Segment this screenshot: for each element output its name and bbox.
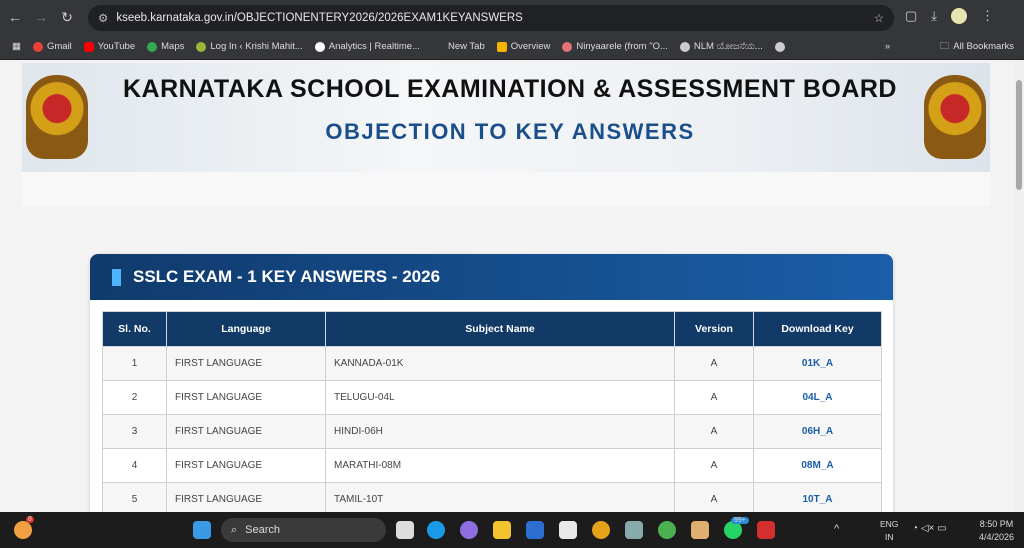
col-download-key: Download Key [753, 311, 882, 347]
bookmark-ninyaarele[interactable]: Ninyaarele (from "O... [562, 41, 668, 52]
sl-no-cell: 5 [102, 482, 167, 512]
browser-toolbar: ← → ↻ ⚙ kseeb.karnataka.gov.in/OBJECTION… [0, 0, 1024, 34]
extensions-icon[interactable]: ▢ [905, 8, 917, 24]
bookmarks-bar: ▦ Gmail YouTube Maps Log In ‹ Krishi Mah… [0, 34, 1024, 60]
subject-cell: MARATHI-08M [325, 448, 675, 483]
bookmark-maps[interactable]: Maps [147, 41, 184, 52]
col-sl-no: Sl. No. [102, 311, 167, 347]
karnataka-emblem-right [924, 75, 986, 159]
search-icon: ⌕ [231, 523, 238, 536]
subject-cell: TAMIL-10T [325, 482, 675, 512]
web-page: KARNATAKA SCHOOL EXAMINATION & ASSESSMEN… [0, 60, 1014, 512]
sl-no-cell: 3 [102, 414, 167, 449]
chrome-icon[interactable] [592, 521, 610, 539]
url-text: kseeb.karnataka.gov.in/OBJECTIONENTERY20… [116, 12, 523, 24]
notepad-icon[interactable] [691, 521, 709, 539]
chevron-up-icon[interactable]: ^ [834, 523, 839, 535]
all-bookmarks[interactable]: 🗀 All Bookmarks [940, 39, 1014, 55]
chrome-active-icon[interactable] [658, 521, 676, 539]
language-cell: FIRST LANGUAGE [166, 482, 326, 512]
subject-cell: KANNADA-01K [325, 346, 675, 381]
whatsapp-badge: 99+ [731, 517, 749, 524]
copilot-icon[interactable] [460, 521, 478, 539]
globe-icon[interactable] [774, 41, 785, 52]
language-cell: FIRST LANGUAGE [166, 414, 326, 449]
version-cell: A [674, 482, 754, 512]
wifi-volume-battery-icons[interactable]: ◔ ◁× ▭ [912, 523, 947, 534]
task-view-icon[interactable] [396, 521, 414, 539]
sl-no-cell: 4 [102, 448, 167, 483]
version-cell: A [674, 380, 754, 415]
sl-no-cell: 2 [102, 380, 167, 415]
taskbar: 8 ⌕ Search 99+ ^ ENG IN ◔ ◁× ▭ 8:50 PM 4/4/… [0, 512, 1024, 548]
table-row: 2 FIRST LANGUAGE TELUGU-04L A 04L_A [102, 380, 882, 415]
table-row: 1 FIRST LANGUAGE KANNADA-01K A 01K_A [102, 346, 882, 381]
col-version: Version [674, 311, 754, 347]
sl-no-cell: 1 [102, 346, 167, 381]
language-cell: FIRST LANGUAGE [166, 346, 326, 381]
download-key-link[interactable]: 04L_A [753, 380, 882, 415]
settings-icon[interactable] [625, 521, 643, 539]
download-key-link[interactable]: 10T_A [753, 482, 882, 512]
download-key-link[interactable]: 08M_A [753, 448, 882, 483]
bookmark-new-tab[interactable]: New Tab [448, 41, 485, 52]
version-cell: A [674, 448, 754, 483]
start-icon[interactable] [193, 521, 211, 539]
bookmark-analytics[interactable]: Analytics | Realtime... [314, 41, 420, 52]
banner-strip [22, 172, 990, 206]
forward-icon[interactable]: → [30, 9, 52, 25]
board-title: KARNATAKA SCHOOL EXAMINATION & ASSESSMEN… [123, 75, 897, 103]
karnataka-emblem-left [26, 75, 88, 159]
store-icon[interactable] [559, 521, 577, 539]
table-row: 3 FIRST LANGUAGE HINDI-06H A 06H_A [102, 414, 882, 449]
file-explorer-icon[interactable] [493, 521, 511, 539]
menu-icon[interactable]: ⋮ [981, 8, 994, 24]
more-bookmarks-icon[interactable]: » [885, 41, 890, 52]
page-subtitle: OBJECTION TO KEY ANSWERS [325, 119, 695, 144]
card-title: SSLC EXAM - 1 KEY ANSWERS - 2026 [133, 267, 441, 286]
app-icon[interactable] [526, 521, 544, 539]
subject-cell: TELUGU-04L [325, 380, 675, 415]
edge-icon[interactable] [427, 521, 445, 539]
table-row: 4 FIRST LANGUAGE MARATHI-08M A 08M_A [102, 448, 882, 483]
title-accent [112, 268, 121, 286]
bookmark-gmail[interactable]: Gmail [32, 41, 72, 52]
clock[interactable]: 8:50 PM 4/4/2026 [979, 518, 1014, 544]
key-answers-table: Sl. No. Language Subject Name Version Do… [102, 311, 882, 512]
language-cell: FIRST LANGUAGE [166, 448, 326, 483]
download-key-link[interactable]: 01K_A [753, 346, 882, 381]
address-bar[interactable]: ⚙ kseeb.karnataka.gov.in/OBJECTIONENTERY… [88, 5, 894, 31]
bookmark-krishi[interactable]: Log In ‹ Krishi Mahit... [196, 41, 303, 52]
download-key-link[interactable]: 06H_A [753, 414, 882, 449]
widgets-badge: 8 [26, 516, 34, 523]
widgets-icon[interactable] [14, 521, 32, 539]
back-icon[interactable]: ← [4, 9, 26, 25]
header-banner: KARNATAKA SCHOOL EXAMINATION & ASSESSMEN… [22, 63, 990, 172]
download-icon[interactable]: ⤓ [931, 8, 937, 24]
bookmark-nlm[interactable]: NLM ಯೋಜನೆಯ... [679, 41, 763, 52]
pdf-reader-icon[interactable] [757, 521, 775, 539]
site-info-icon[interactable]: ⚙ [98, 11, 108, 25]
profile-avatar[interactable] [951, 8, 968, 24]
apps-icon[interactable]: ▦ [12, 41, 21, 52]
key-answers-card: SSLC EXAM - 1 KEY ANSWERS - 2026 Sl. No.… [90, 254, 893, 512]
language-indicator[interactable]: ENG IN [880, 518, 898, 544]
table-row: 5 FIRST LANGUAGE TAMIL-10T A 10T_A [102, 482, 882, 512]
bookmark-star-icon[interactable]: ☆ [874, 11, 884, 25]
col-subject: Subject Name [325, 311, 675, 347]
version-cell: A [674, 414, 754, 449]
scrollbar[interactable] [1014, 60, 1024, 512]
bookmark-youtube[interactable]: YouTube [83, 41, 135, 52]
reload-icon[interactable]: ↻ [56, 9, 78, 26]
language-cell: FIRST LANGUAGE [166, 380, 326, 415]
taskbar-search[interactable]: ⌕ Search [221, 518, 386, 542]
bookmark-overview[interactable]: Overview [496, 41, 550, 52]
col-language: Language [166, 311, 326, 347]
subject-cell: HINDI-06H [325, 414, 675, 449]
scrollbar-thumb[interactable] [1016, 80, 1022, 190]
version-cell: A [674, 346, 754, 381]
